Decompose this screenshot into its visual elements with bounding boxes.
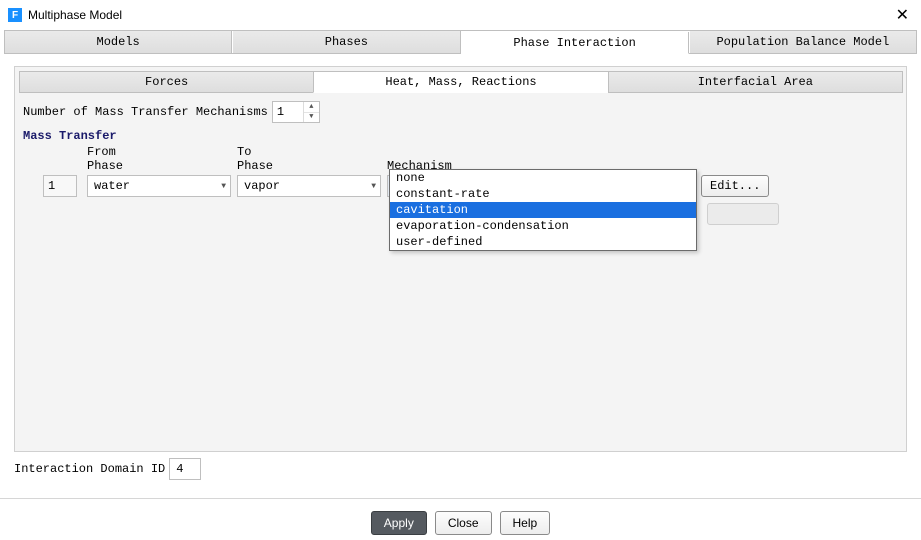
spinner-up-icon[interactable]: ▲ <box>304 102 319 113</box>
main-tabs: Models Phases Phase Interaction Populati… <box>4 30 917 54</box>
header-to-1: To <box>237 145 387 159</box>
mass-transfer-section-title: Mass Transfer <box>23 129 898 143</box>
app-icon: F <box>8 8 22 22</box>
help-button[interactable]: Help <box>500 511 551 535</box>
mechanism-count-input[interactable] <box>273 102 303 122</box>
apply-button[interactable]: Apply <box>371 511 427 535</box>
mechanism-option-cavitation[interactable]: cavitation <box>390 202 696 218</box>
close-icon[interactable]: ✕ <box>892 5 913 25</box>
mechanism-count-spinner[interactable]: ▲ ▼ <box>272 101 320 123</box>
to-phase-value: vapor <box>244 179 371 193</box>
mechanism-option-constant-rate[interactable]: constant-rate <box>390 186 696 202</box>
mechanism-dropdown[interactable]: none constant-rate cavitation evaporatio… <box>389 169 697 251</box>
tab-models[interactable]: Models <box>4 31 232 53</box>
footer: Interaction Domain ID 4 <box>14 458 907 480</box>
subtab-interfacial-area[interactable]: Interfacial Area <box>608 71 903 93</box>
subtab-heat-mass-reactions[interactable]: Heat, Mass, Reactions <box>313 71 608 93</box>
mechanism-option-user-defined[interactable]: user-defined <box>390 234 696 250</box>
chevron-down-icon: ▼ <box>371 182 376 191</box>
window-title: Multiphase Model <box>28 8 892 22</box>
domain-id-value: 4 <box>176 462 183 476</box>
button-bar: Apply Close Help <box>0 498 921 535</box>
tab-phases[interactable]: Phases <box>232 31 460 53</box>
chevron-down-icon: ▼ <box>221 182 226 191</box>
spinner-down-icon[interactable]: ▼ <box>304 113 319 123</box>
disabled-button <box>707 203 779 225</box>
subtab-forces[interactable]: Forces <box>19 71 314 93</box>
edit-button[interactable]: Edit... <box>701 175 769 197</box>
mechanism-option-evaporation-condensation[interactable]: evaporation-condensation <box>390 218 696 234</box>
main-panel: Forces Heat, Mass, Reactions Interfacial… <box>14 66 907 452</box>
header-to-2: Phase <box>237 159 387 173</box>
row-index: 1 <box>43 175 77 197</box>
mechanism-count-label: Number of Mass Transfer Mechanisms <box>23 105 268 119</box>
domain-id-label: Interaction Domain ID <box>14 462 165 476</box>
sub-tabs: Forces Heat, Mass, Reactions Interfacial… <box>19 71 902 93</box>
tab-population-balance[interactable]: Population Balance Model <box>689 31 917 53</box>
close-button[interactable]: Close <box>435 511 492 535</box>
from-phase-value: water <box>94 179 221 193</box>
header-from-1: From <box>87 145 237 159</box>
tab-phase-interaction[interactable]: Phase Interaction <box>461 32 689 54</box>
titlebar: F Multiphase Model ✕ <box>0 0 921 30</box>
to-phase-combo[interactable]: vapor ▼ <box>237 175 381 197</box>
panel-body: Number of Mass Transfer Mechanisms ▲ ▼ M… <box>19 93 902 229</box>
domain-id-field[interactable]: 4 <box>169 458 201 480</box>
from-phase-combo[interactable]: water ▼ <box>87 175 231 197</box>
mechanism-option-none[interactable]: none <box>390 170 696 186</box>
header-from-2: Phase <box>87 159 237 173</box>
